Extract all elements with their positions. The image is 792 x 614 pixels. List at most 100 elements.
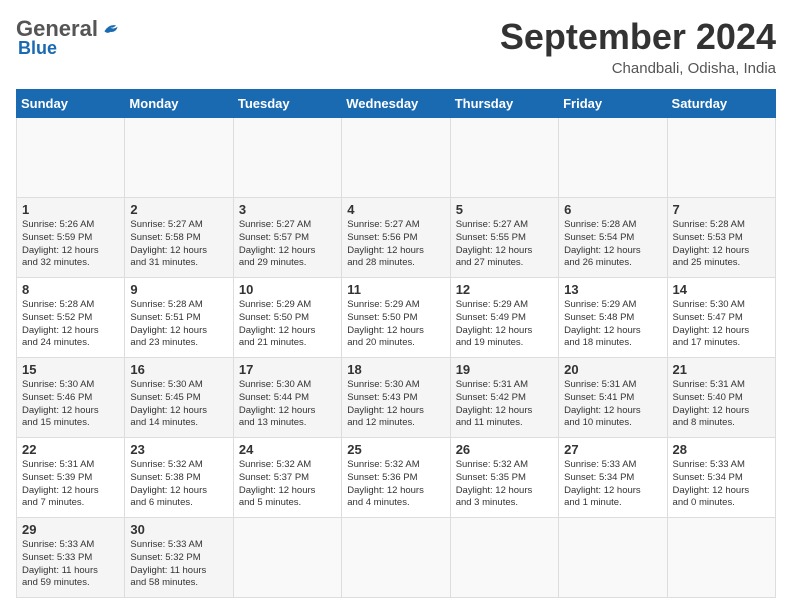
day-info: Sunrise: 5:30 AM Sunset: 5:46 PM Dayligh… xyxy=(22,379,99,428)
calendar-day-cell xyxy=(342,518,450,598)
day-number: 14 xyxy=(673,282,770,297)
day-number: 16 xyxy=(130,362,227,377)
calendar-day-cell: 25 Sunrise: 5:32 AM Sunset: 5:36 PM Dayli… xyxy=(342,438,450,518)
day-number: 8 xyxy=(22,282,119,297)
day-info: Sunrise: 5:30 AM Sunset: 5:43 PM Dayligh… xyxy=(347,379,424,428)
day-number: 26 xyxy=(456,442,553,457)
day-info: Sunrise: 5:28 AM Sunset: 5:53 PM Dayligh… xyxy=(673,219,750,268)
day-number: 24 xyxy=(239,442,336,457)
calendar-day-cell: 5 Sunrise: 5:27 AM Sunset: 5:55 PM Daylig… xyxy=(450,198,558,278)
calendar-day-cell xyxy=(559,518,667,598)
day-info: Sunrise: 5:28 AM Sunset: 5:52 PM Dayligh… xyxy=(22,299,99,348)
calendar-day-cell: 17Sunrise: 5:30 AM Sunset: 5:44 PM Dayli… xyxy=(233,358,341,438)
day-number: 10 xyxy=(239,282,336,297)
day-number: 25 xyxy=(347,442,444,457)
day-info: Sunrise: 5:32 AM Sunset: 5:37 PM Dayligh… xyxy=(239,459,316,508)
day-info: Sunrise: 5:33 AM Sunset: 5:32 PM Dayligh… xyxy=(130,539,206,588)
calendar-day-cell: 3 Sunrise: 5:27 AM Sunset: 5:57 PM Daylig… xyxy=(233,198,341,278)
title-block: September 2024 Chandbali, Odisha, India xyxy=(500,16,776,77)
day-info: Sunrise: 5:31 AM Sunset: 5:41 PM Dayligh… xyxy=(564,379,641,428)
day-info: Sunrise: 5:32 AM Sunset: 5:35 PM Dayligh… xyxy=(456,459,533,508)
day-info: Sunrise: 5:30 AM Sunset: 5:44 PM Dayligh… xyxy=(239,379,316,428)
calendar-day-cell xyxy=(559,118,667,198)
day-info: Sunrise: 5:33 AM Sunset: 5:33 PM Dayligh… xyxy=(22,539,98,588)
day-info: Sunrise: 5:26 AM Sunset: 5:59 PM Dayligh… xyxy=(22,219,99,268)
calendar-day-cell xyxy=(342,118,450,198)
day-number: 22 xyxy=(22,442,119,457)
calendar-day-cell xyxy=(667,518,775,598)
day-info: Sunrise: 5:30 AM Sunset: 5:45 PM Dayligh… xyxy=(130,379,207,428)
day-info: Sunrise: 5:32 AM Sunset: 5:36 PM Dayligh… xyxy=(347,459,424,508)
header-saturday: Saturday xyxy=(667,90,775,118)
month-title: September 2024 xyxy=(500,16,776,58)
calendar-day-cell xyxy=(233,518,341,598)
day-number: 18 xyxy=(347,362,444,377)
day-info: Sunrise: 5:29 AM Sunset: 5:50 PM Dayligh… xyxy=(347,299,424,348)
calendar-week-row: 22 Sunrise: 5:31 AM Sunset: 5:39 PM Dayli… xyxy=(17,438,776,518)
day-number: 12 xyxy=(456,282,553,297)
day-number: 2 xyxy=(130,202,227,217)
calendar-day-cell: 10 Sunrise: 5:29 AM Sunset: 5:50 PM Dayli… xyxy=(233,278,341,358)
day-number: 7 xyxy=(673,202,770,217)
header-thursday: Thursday xyxy=(450,90,558,118)
day-info: Sunrise: 5:28 AM Sunset: 5:51 PM Dayligh… xyxy=(130,299,207,348)
calendar-day-cell: 22 Sunrise: 5:31 AM Sunset: 5:39 PM Dayli… xyxy=(17,438,125,518)
calendar-day-cell: 1 Sunrise: 5:26 AM Sunset: 5:59 PM Daylig… xyxy=(17,198,125,278)
day-info: Sunrise: 5:27 AM Sunset: 5:56 PM Dayligh… xyxy=(347,219,424,268)
day-number: 28 xyxy=(673,442,770,457)
header-friday: Friday xyxy=(559,90,667,118)
calendar-week-row: 1 Sunrise: 5:26 AM Sunset: 5:59 PM Daylig… xyxy=(17,198,776,278)
day-number: 11 xyxy=(347,282,444,297)
calendar-day-cell: 14 Sunrise: 5:30 AM Sunset: 5:47 PM Dayli… xyxy=(667,278,775,358)
day-info: Sunrise: 5:29 AM Sunset: 5:50 PM Dayligh… xyxy=(239,299,316,348)
header-sunday: Sunday xyxy=(17,90,125,118)
day-info: Sunrise: 5:31 AM Sunset: 5:39 PM Dayligh… xyxy=(22,459,99,508)
day-info: Sunrise: 5:27 AM Sunset: 5:55 PM Dayligh… xyxy=(456,219,533,268)
calendar-day-cell: 2 Sunrise: 5:27 AM Sunset: 5:58 PM Daylig… xyxy=(125,198,233,278)
calendar-day-cell: 11 Sunrise: 5:29 AM Sunset: 5:50 PM Dayli… xyxy=(342,278,450,358)
calendar-day-cell: 7 Sunrise: 5:28 AM Sunset: 5:53 PM Daylig… xyxy=(667,198,775,278)
day-info: Sunrise: 5:32 AM Sunset: 5:38 PM Dayligh… xyxy=(130,459,207,508)
day-info: Sunrise: 5:31 AM Sunset: 5:42 PM Dayligh… xyxy=(456,379,533,428)
day-number: 1 xyxy=(22,202,119,217)
day-number: 27 xyxy=(564,442,661,457)
day-number: 29 xyxy=(22,522,119,537)
day-info: Sunrise: 5:31 AM Sunset: 5:40 PM Dayligh… xyxy=(673,379,750,428)
day-number: 30 xyxy=(130,522,227,537)
day-info: Sunrise: 5:30 AM Sunset: 5:47 PM Dayligh… xyxy=(673,299,750,348)
calendar-day-cell: 12 Sunrise: 5:29 AM Sunset: 5:49 PM Dayli… xyxy=(450,278,558,358)
calendar-day-cell: 26 Sunrise: 5:32 AM Sunset: 5:35 PM Dayli… xyxy=(450,438,558,518)
calendar-day-cell: 4 Sunrise: 5:27 AM Sunset: 5:56 PM Daylig… xyxy=(342,198,450,278)
day-number: 23 xyxy=(130,442,227,457)
calendar-day-cell: 19 Sunrise: 5:31 AM Sunset: 5:42 PM Dayli… xyxy=(450,358,558,438)
day-number: 15 xyxy=(22,362,119,377)
page-header: General Blue September 2024 Chandbali, O… xyxy=(16,16,776,77)
logo-bird-icon xyxy=(100,18,122,40)
day-number: 19 xyxy=(456,362,553,377)
calendar-day-cell: 29 Sunrise: 5:33 AM Sunset: 5:33 PM Dayli… xyxy=(17,518,125,598)
calendar-day-cell: 8 Sunrise: 5:28 AM Sunset: 5:52 PM Daylig… xyxy=(17,278,125,358)
calendar-day-cell: 15 Sunrise: 5:30 AM Sunset: 5:46 PM Dayli… xyxy=(17,358,125,438)
calendar-week-row: 15 Sunrise: 5:30 AM Sunset: 5:46 PM Dayli… xyxy=(17,358,776,438)
calendar-day-cell: 20 Sunrise: 5:31 AM Sunset: 5:41 PM Dayli… xyxy=(559,358,667,438)
logo-blue-text: Blue xyxy=(18,38,57,59)
calendar-day-cell: 16 Sunrise: 5:30 AM Sunset: 5:45 PM Dayli… xyxy=(125,358,233,438)
day-info: Sunrise: 5:27 AM Sunset: 5:57 PM Dayligh… xyxy=(239,219,316,268)
calendar-table: SundayMondayTuesdayWednesdayThursdayFrid… xyxy=(16,89,776,598)
calendar-day-cell xyxy=(450,518,558,598)
calendar-day-cell: 24 Sunrise: 5:32 AM Sunset: 5:37 PM Dayli… xyxy=(233,438,341,518)
day-number: 5 xyxy=(456,202,553,217)
day-number: 3 xyxy=(239,202,336,217)
day-number: 4 xyxy=(347,202,444,217)
calendar-day-cell xyxy=(667,118,775,198)
calendar-week-row: 29 Sunrise: 5:33 AM Sunset: 5:33 PM Dayli… xyxy=(17,518,776,598)
day-info: Sunrise: 5:28 AM Sunset: 5:54 PM Dayligh… xyxy=(564,219,641,268)
header-monday: Monday xyxy=(125,90,233,118)
day-number: 20 xyxy=(564,362,661,377)
day-number: 6 xyxy=(564,202,661,217)
calendar-day-cell: 9Sunrise: 5:28 AM Sunset: 5:51 PM Daylig… xyxy=(125,278,233,358)
calendar-day-cell: 13Sunrise: 5:29 AM Sunset: 5:48 PM Dayli… xyxy=(559,278,667,358)
day-info: Sunrise: 5:29 AM Sunset: 5:49 PM Dayligh… xyxy=(456,299,533,348)
day-info: Sunrise: 5:27 AM Sunset: 5:58 PM Dayligh… xyxy=(130,219,207,268)
header-tuesday: Tuesday xyxy=(233,90,341,118)
